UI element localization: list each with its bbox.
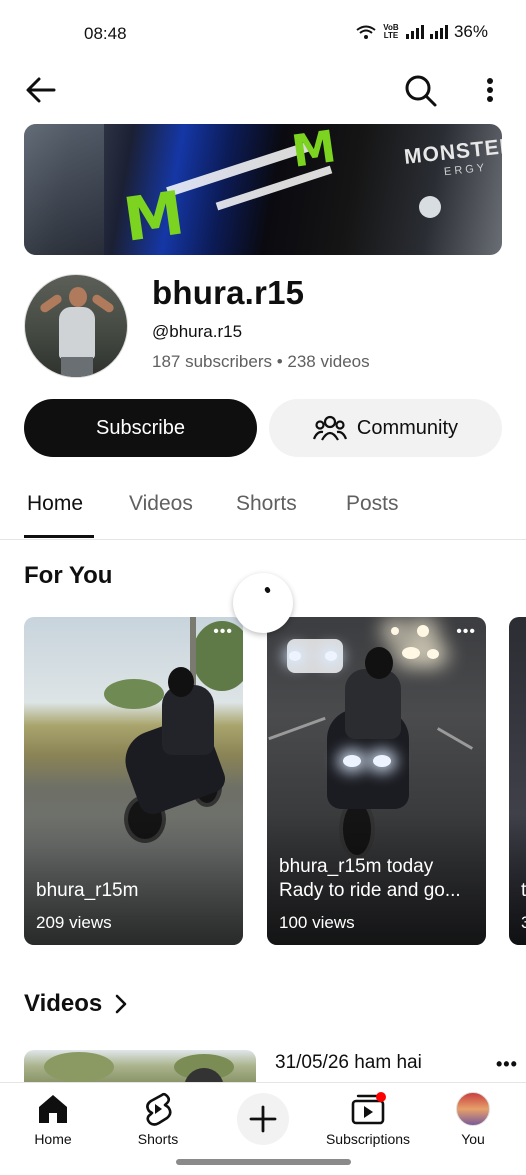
nav-subscriptions[interactable]: Subscriptions [323,1091,413,1147]
status-bar: 08:48 VoB LTE 36% [0,0,526,66]
nav-you-label: You [461,1131,485,1147]
nav-shorts[interactable]: Shorts [113,1091,203,1147]
more-options-button[interactable] [476,72,504,108]
channel-handle: @bhura.r15 [152,322,243,341]
status-time: 08:48 [84,24,127,43]
avatar [456,1092,490,1126]
create-button[interactable] [237,1093,289,1145]
gesture-handle[interactable] [176,1159,351,1165]
short-title-line-2: Rady to ride and go... [279,880,461,901]
short-title-line-1: bhura_r15m today [279,856,434,877]
community-label: Community [356,416,459,439]
top-app-bar [0,66,526,114]
claw-logo: M [119,178,189,255]
tab-home[interactable]: Home [27,492,83,516]
channel-banner: M M MONSTER ERGY [24,124,502,255]
short-views: 3 [521,913,526,932]
people-icon [312,415,347,441]
short-views: 209 views [36,913,112,932]
tab-videos[interactable]: Videos [129,492,193,516]
wifi-icon [356,25,376,39]
for-you-heading: For You [24,562,113,589]
nav-subscriptions-label: Subscriptions [325,1131,411,1147]
short-card[interactable]: ••• bhura_r15m 209 views [24,617,243,945]
short-card[interactable]: t 3 [509,617,526,945]
more-vertical-icon [487,78,493,102]
notification-dot [376,1092,386,1102]
claw-logo-small: M [288,124,340,178]
short-title: bhura_r15m [36,880,139,901]
subscribe-button[interactable]: Subscribe [24,399,257,457]
short-title: t [521,880,526,901]
signal-icon [405,25,424,39]
shorts-icon [146,1092,172,1126]
nav-you[interactable]: You [428,1091,518,1147]
status-icons: VoB LTE 36% [356,22,488,42]
search-button[interactable] [402,72,438,108]
loading-spinner [233,573,293,633]
channel-tabs: Home Videos Shorts Posts [0,476,526,540]
channel-stats: 187 subscribers • 238 videos [152,352,370,371]
short-card[interactable]: ••• bhura_r15m today Rady to ride and go… [267,617,486,945]
videos-heading[interactable]: Videos [24,990,128,1018]
channel-name: bhura.r15 [152,274,305,311]
subscriptions-icon [351,1092,386,1125]
nav-shorts-label: Shorts [137,1131,179,1147]
tab-shorts[interactable]: Shorts [236,492,297,516]
nav-home-label: Home [34,1131,72,1147]
community-button[interactable]: Community [269,399,502,457]
volte-label: VoB LTE [383,23,399,40]
short-views: 100 views [279,913,355,932]
nav-home[interactable]: Home [8,1091,98,1147]
plus-icon [249,1105,277,1133]
chevron-right-icon [115,994,127,1014]
card-more-icon[interactable]: ••• [213,624,233,640]
search-icon [405,75,437,107]
arrow-left-icon [26,77,56,103]
channel-avatar[interactable] [24,274,128,378]
video-more-icon[interactable]: ••• [496,1054,518,1075]
signal-icon-2 [429,25,448,39]
active-tab-indicator [24,535,94,538]
card-more-icon[interactable]: ••• [456,624,476,640]
battery-level: 36% [453,22,488,41]
tab-posts[interactable]: Posts [346,492,399,516]
videos-heading-label: Videos [24,990,103,1017]
back-button[interactable] [24,74,58,106]
channel-header: bhura.r15 @bhura.r15 187 subscribers • 2… [24,272,502,382]
video-title: 31/05/26 ham hai [275,1052,422,1073]
home-icon [39,1095,67,1123]
